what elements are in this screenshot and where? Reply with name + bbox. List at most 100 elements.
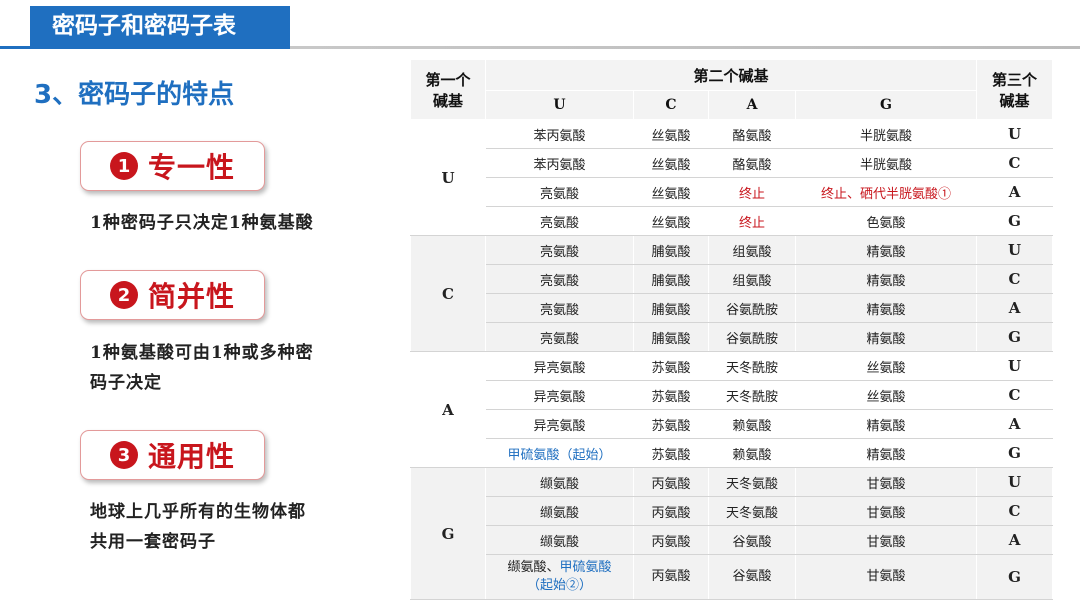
table-cell: 苏氨酸 xyxy=(633,409,709,439)
table-cell: 亮氨酸 xyxy=(485,322,634,352)
table-cell: 亮氨酸 xyxy=(485,235,634,265)
table-cell: 谷氨酰胺 xyxy=(708,322,796,352)
description-line: 1种氨基酸可由1种或多种密 xyxy=(90,343,314,363)
description-line: 码子决定 xyxy=(90,373,162,393)
table-row: G 缬氨酸 丙氨酸 天冬氨酸 甘氨酸 U xyxy=(410,467,1054,600)
table-group-u: U 苯丙氨酸 丝氨酸 酪氨酸 半胱氨酸 U 苯丙氨酸 丝氨酸 酪氨酸 半胱氨酸 … xyxy=(410,119,1054,236)
stop-codon-cell: 终止 xyxy=(708,206,796,236)
table-cell: 精氨酸 xyxy=(794,438,978,468)
table-row: A 异亮氨酸 苏氨酸 天冬酰胺 丝氨酸 U xyxy=(410,351,1054,468)
stop-codon-cell: 终止 xyxy=(708,177,796,207)
third-base-cell: A xyxy=(976,525,1054,555)
table-cell: 异亮氨酸 xyxy=(485,380,634,410)
header-text: 第一个 xyxy=(425,70,471,89)
feature-badge-universality: 3 通用性 xyxy=(80,430,265,480)
table-cell: 异亮氨酸 xyxy=(485,351,634,381)
table-cell: 色氨酸 xyxy=(794,206,978,236)
table-cell: 丝氨酸 xyxy=(633,177,709,207)
header-first-base: 第一个 碱基 xyxy=(410,59,486,120)
third-base-cell: C xyxy=(976,380,1054,410)
cell-text: 缬氨酸、 xyxy=(507,560,560,575)
title-divider xyxy=(0,46,1080,49)
table-cell: 丙氨酸 xyxy=(633,554,709,600)
table-cell: 亮氨酸 xyxy=(485,264,634,294)
header-third-base: 第三个 碱基 xyxy=(976,59,1054,120)
third-base-cell: A xyxy=(976,293,1054,323)
start-codon-cell: 甲硫氨酸（起始） xyxy=(485,438,634,468)
table-row: U 苯丙氨酸 丝氨酸 酪氨酸 半胱氨酸 U xyxy=(410,119,1054,236)
table-cell: 丝氨酸 xyxy=(794,351,978,381)
description-line: 地球上几乎所有的生物体都 xyxy=(90,502,306,522)
third-base-cell: U xyxy=(976,467,1054,497)
table-cell: 精氨酸 xyxy=(794,235,978,265)
table-cell: 赖氨酸 xyxy=(708,438,796,468)
table-row: 异亮氨酸 苏氨酸 天冬酰胺 丝氨酸 C xyxy=(411,380,1054,410)
table-group-g: G 缬氨酸 丙氨酸 天冬氨酸 甘氨酸 U 缬氨酸 丙氨酸 天冬氨酸 甘氨酸 C … xyxy=(410,467,1054,600)
table-cell: 苯丙氨酸 xyxy=(485,119,634,149)
third-base-cell: G xyxy=(976,206,1054,236)
codon-table-grid: 第一个 碱基 第二个碱基 第三个 碱基 U C A G U 苯丙氨酸 丝氨酸 酪… xyxy=(410,59,1054,600)
table-cell: 酪氨酸 xyxy=(708,119,796,149)
third-base-cell: A xyxy=(976,177,1054,207)
description-line: 共用一套密码子 xyxy=(90,532,216,552)
header-second-base: 第二个碱基 xyxy=(484,59,978,91)
header-text: 第三个 xyxy=(992,70,1038,89)
table-row: 亮氨酸 丝氨酸 终止 终止、硒代半胱氨酸① A xyxy=(411,177,1054,207)
third-base-cell: G xyxy=(976,322,1054,352)
sub-header-g: G xyxy=(794,90,978,120)
table-cell: 脯氨酸 xyxy=(633,293,709,323)
table-cell: 天冬氨酸 xyxy=(708,496,796,526)
third-base-cell: G xyxy=(976,438,1054,468)
table-cell: 赖氨酸 xyxy=(708,409,796,439)
first-base-cell: G xyxy=(410,467,486,600)
table-cell: 缬氨酸 xyxy=(485,496,634,526)
table-cell: 丙氨酸 xyxy=(633,496,709,526)
section-title: 3、密码子的特点 xyxy=(34,80,235,110)
table-cell: 异亮氨酸 xyxy=(485,409,634,439)
table-row: 亮氨酸 脯氨酸 谷氨酰胺 精氨酸 G xyxy=(411,322,1054,352)
table-cell: 甘氨酸 xyxy=(794,496,978,526)
start-codon-text: 甲硫氨酸 xyxy=(559,560,612,575)
table-cell: 丙氨酸 xyxy=(633,525,709,555)
table-row: C 亮氨酸 脯氨酸 组氨酸 精氨酸 U xyxy=(410,235,1054,352)
number-two-icon: 2 xyxy=(109,281,138,309)
table-row: 缬氨酸 丙氨酸 谷氨酸 甘氨酸 A xyxy=(411,525,1054,555)
feature-badge-degeneracy: 2 简并性 xyxy=(80,270,265,320)
table-cell: 甘氨酸 xyxy=(794,554,978,600)
table-cell: 精氨酸 xyxy=(794,264,978,294)
table-cell: 亮氨酸 xyxy=(485,293,634,323)
table-cell: 精氨酸 xyxy=(794,293,978,323)
first-base-cell: C xyxy=(410,235,486,352)
codon-table: 第一个 碱基 第二个碱基 第三个 碱基 U C A G U 苯丙氨酸 丝氨酸 酪… xyxy=(410,59,1054,600)
table-cell: 丝氨酸 xyxy=(794,380,978,410)
feature-label: 专一性 xyxy=(147,151,235,184)
third-base-cell: U xyxy=(976,235,1054,265)
table-cell: 酪氨酸 xyxy=(708,148,796,178)
table-cell: 谷氨酰胺 xyxy=(708,293,796,323)
table-row: 苯丙氨酸 丝氨酸 酪氨酸 半胱氨酸 C xyxy=(411,148,1054,178)
table-row: 亮氨酸 脯氨酸 组氨酸 精氨酸 C xyxy=(411,264,1054,294)
feature-label: 通用性 xyxy=(147,440,235,473)
feature-description: 地球上几乎所有的生物体都 共用一套密码子 xyxy=(90,497,306,557)
header-text: 碱基 xyxy=(432,91,463,110)
table-row: 甲硫氨酸（起始） 苏氨酸 赖氨酸 精氨酸 G xyxy=(411,438,1054,468)
table-cell: 缬氨酸 xyxy=(485,525,634,555)
table-row: 亮氨酸 脯氨酸 谷氨酰胺 精氨酸 A xyxy=(411,293,1054,323)
table-row: 缬氨酸、甲硫氨酸 （起始②） 丙氨酸 谷氨酸 甘氨酸 G xyxy=(411,554,1054,600)
table-cell: 缬氨酸 xyxy=(485,467,634,497)
table-cell: 苯丙氨酸 xyxy=(485,148,634,178)
table-row: 缬氨酸 丙氨酸 天冬氨酸 甘氨酸 C xyxy=(411,496,1054,526)
table-cell: 天冬酰胺 xyxy=(708,380,796,410)
table-cell: 组氨酸 xyxy=(708,264,796,294)
feature-badge-specificity: 1 专一性 xyxy=(80,141,265,191)
table-cell: 苏氨酸 xyxy=(633,351,709,381)
stop-selenocysteine-cell: 终止、硒代半胱氨酸① xyxy=(794,177,978,207)
first-base-cell: A xyxy=(410,351,486,468)
table-cell: 谷氨酸 xyxy=(708,554,796,600)
feature-description: 1种密码子只决定1种氨基酸 xyxy=(90,213,314,233)
table-cell: 精氨酸 xyxy=(794,409,978,439)
header-text: 碱基 xyxy=(999,91,1030,110)
page-title: 密码子和密码子表 xyxy=(30,6,290,46)
table-cell: 半胱氨酸 xyxy=(794,119,978,149)
table-cell: 丝氨酸 xyxy=(633,206,709,236)
